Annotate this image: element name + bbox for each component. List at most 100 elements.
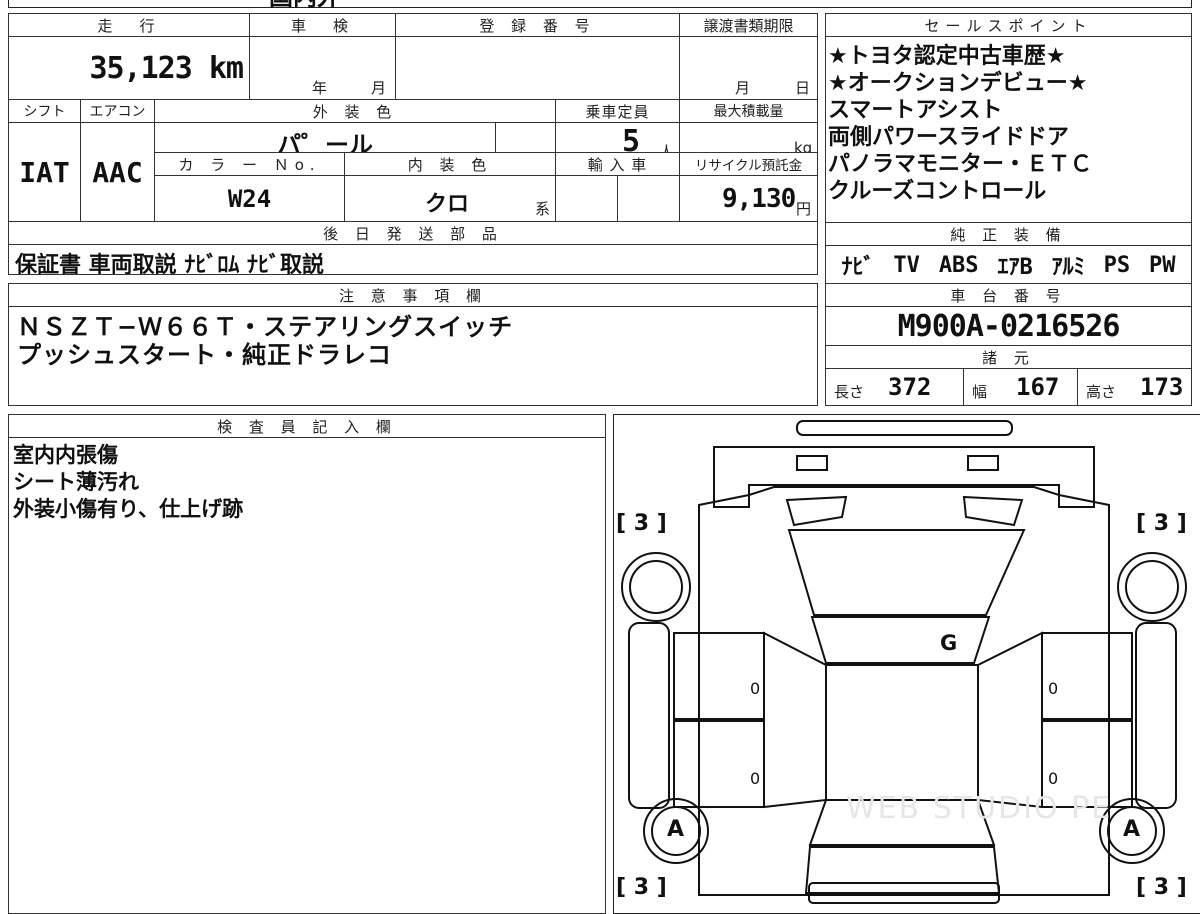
shift-value-cell: IAT	[8, 122, 81, 222]
door-mark-left-front: 0	[750, 679, 761, 698]
equipment-item: ﾅﾋﾞ	[841, 255, 875, 280]
hood-vent-left	[785, 495, 848, 527]
spec-width-value: 167	[1016, 373, 1060, 401]
top-strip-text: 国内外	[269, 0, 341, 12]
front-right-wheel-inner	[1125, 560, 1179, 614]
caution-line: ＮＳＺＴ−Ｗ６６Ｔ・ステアリングスイッチ	[17, 313, 514, 341]
inspector-body: 室内内張傷 シート薄汚れ 外装小傷有り、仕上げ跡	[8, 437, 606, 914]
sales-point-line: クルーズコントロール	[828, 179, 1047, 204]
caution-label: 注 意 事 項 欄	[8, 283, 818, 307]
genuine-equipment-label: 純 正 装 備	[825, 222, 1192, 246]
top-strip: 国内外	[8, 0, 1192, 11]
inspector-line: シート薄汚れ	[13, 470, 139, 494]
mileage-value: 35,123 km	[89, 50, 244, 86]
spec-height-cell: 高さ 173	[1077, 368, 1192, 406]
sales-point-line: ★トヨタ認定中古車歴★	[828, 44, 1066, 69]
car-diagram-box: [ 3 ] [ 3 ] [ 3 ] [ 3 ] G 0 0 0 0 A A WE…	[613, 414, 1200, 914]
tire-mark-value: 3	[1153, 875, 1170, 900]
right-rocker	[1135, 622, 1177, 809]
glass-mark: G	[940, 631, 958, 655]
car-diagram	[621, 420, 1187, 904]
left-pillar	[763, 631, 827, 809]
import-car-label: 輸 入 車	[555, 152, 680, 176]
front-bumper	[796, 420, 1013, 436]
windshield	[787, 529, 1026, 616]
inspection-label: 車 検	[249, 13, 396, 37]
color-no-value: W24	[227, 184, 272, 213]
door-mark-right-rear: 0	[1048, 769, 1059, 788]
sales-points-label: セールスポイント	[825, 13, 1192, 37]
tire-mark-value: 3	[1153, 511, 1170, 536]
right-pillar	[977, 631, 1043, 809]
right-door-front	[1041, 632, 1133, 720]
inspection-month-unit: 月	[371, 79, 387, 97]
aircon-value-cell: AAC	[80, 122, 155, 222]
equipment-item: TV	[893, 252, 920, 278]
later-shipping-value-cell: 保証書 車両取説 ﾅﾋﾞﾛﾑ ﾅﾋﾞ取説	[8, 244, 818, 275]
mileage-value-cell: 35,123 km	[8, 36, 250, 100]
chassis-label: 車 台 番 号	[825, 283, 1192, 307]
chassis-block: 車 台 番 号 M900A-0216526 諸 元 長さ 372 幅 167 高…	[825, 283, 1192, 406]
inspection-value-cell: 年 月	[249, 36, 396, 100]
aircon-value: AAC	[92, 155, 143, 189]
sales-points-body: ★トヨタ認定中古車歴★ ★オークションデビュー★ スマートアシスト 両側パワース…	[825, 36, 1192, 223]
sales-point-line: スマートアシスト	[828, 98, 1003, 123]
tire-mark-rear-left: [ 3 ]	[616, 875, 667, 900]
inspector-line: 外装小傷有り、仕上げ跡	[13, 497, 244, 521]
tire-mark-front-right: [ 3 ]	[1136, 511, 1187, 536]
headlight-right	[967, 455, 999, 471]
aircon-label: エアコン	[80, 99, 155, 123]
spec-width-cell: 幅 167	[963, 368, 1078, 406]
tire-mark-front-left: [ 3 ]	[616, 511, 667, 536]
door-mark-left-rear: 0	[750, 769, 761, 788]
front-right-wheel	[1117, 552, 1187, 622]
watermark: WEB STUDIO PE	[846, 791, 1113, 826]
transfer-deadline-value-cell: 月 日	[679, 36, 818, 100]
equipment-item: PW	[1149, 252, 1176, 278]
spec-height-label: 高さ	[1086, 383, 1117, 401]
inspector-line: 室内内張傷	[13, 443, 118, 467]
caution-block: 注 意 事 項 欄 ＮＳＺＴ−Ｗ６６Ｔ・ステアリングスイッチ プッシュスタート・…	[8, 283, 818, 406]
equipment-item: ｴｱB	[997, 255, 1033, 280]
front-frame	[713, 446, 1095, 508]
tire-mark-rear-right: [ 3 ]	[1136, 875, 1187, 900]
registration-value-cell	[395, 36, 680, 100]
equipment-item: ｱﾙﾐ	[1051, 255, 1085, 280]
transfer-day-unit: 日	[795, 79, 811, 97]
inspection-year-unit: 年	[312, 79, 328, 97]
import-car-value-cell-a	[555, 175, 618, 222]
spec-length-cell: 長さ 372	[825, 368, 964, 406]
chassis-value: M900A-0216526	[897, 308, 1121, 344]
color-no-label: カ ラ ー Ｎo.	[154, 152, 345, 176]
headlight-left	[796, 455, 828, 471]
recycle-fee-unit: 円	[796, 200, 812, 218]
exterior-color-label: 外 装 色	[154, 99, 556, 123]
recycle-fee-label: リサイクル預託金	[679, 152, 818, 176]
rear-lower	[804, 846, 1001, 894]
inspector-label: 検 査 員 記 入 欄	[8, 414, 606, 438]
capacity-label: 乗車定員	[555, 99, 680, 123]
windshield-lower	[810, 616, 991, 664]
interior-color-suffix: 系	[535, 200, 551, 218]
tire-mark-value: 3	[633, 875, 650, 900]
interior-color-value-cell: クロ 系	[344, 175, 556, 222]
interior-color-label: 内 装 色	[344, 152, 556, 176]
inspector-block: 検 査 員 記 入 欄 室内内張傷 シート薄汚れ 外装小傷有り、仕上げ跡	[8, 414, 606, 914]
left-door-rear	[673, 720, 765, 808]
chassis-value-cell: M900A-0216526	[825, 306, 1192, 346]
shift-value: IAT	[19, 155, 70, 189]
front-left-wheel-inner	[629, 560, 683, 614]
mileage-label: 走 行	[8, 13, 250, 37]
recycle-fee-value: 9,130	[722, 184, 796, 214]
front-left-wheel	[621, 552, 691, 622]
wheel-grade-left: A	[667, 817, 685, 842]
wheel-grade-right: A	[1123, 817, 1141, 842]
later-shipping-value: 保証書 車両取説 ﾅﾋﾞﾛﾑ ﾅﾋﾞ取説	[15, 253, 324, 275]
vehicle-info-block: 走 行 車 検 登 録 番 号 譲渡書類期限 35,123 km 年 月 月 日…	[8, 13, 818, 275]
transfer-deadline-label: 譲渡書類期限	[679, 13, 818, 37]
spec-length-label: 長さ	[834, 383, 865, 401]
spec-length-value: 372	[888, 373, 932, 401]
door-mark-right-front: 0	[1048, 679, 1059, 698]
sales-point-line: ★オークションデビュー★	[828, 71, 1088, 96]
equipment-item: PS	[1103, 252, 1131, 278]
